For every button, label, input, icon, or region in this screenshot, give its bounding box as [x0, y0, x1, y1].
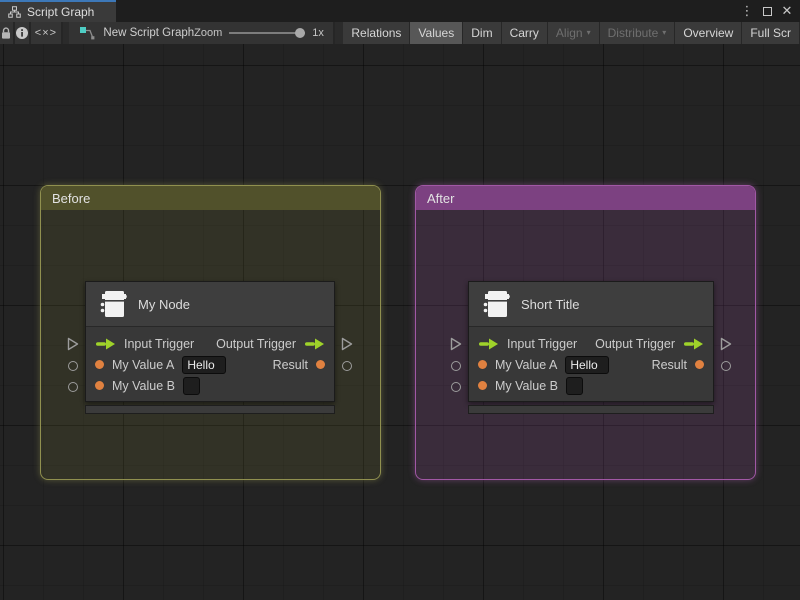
- node-title: Short Title: [521, 296, 580, 312]
- result-port-dot[interactable]: [695, 360, 704, 369]
- external-port-circle[interactable]: [342, 361, 352, 371]
- chevron-down-icon: ▾: [662, 28, 667, 37]
- toolbar-button-dim[interactable]: Dim: [463, 22, 502, 44]
- port-label: Input Trigger: [124, 336, 195, 351]
- close-icon[interactable]: ✕: [780, 3, 794, 19]
- value-a-input[interactable]: [565, 355, 610, 374]
- port-row-value-a: My Value A Result: [469, 354, 713, 375]
- value-port-dot[interactable]: [478, 381, 487, 390]
- result-port-dot[interactable]: [316, 360, 325, 369]
- zoom-slider-track: [229, 32, 306, 34]
- zoom-slider[interactable]: [229, 27, 306, 39]
- value-b-input[interactable]: [183, 376, 200, 395]
- code-preview-button[interactable]: <×>: [30, 22, 64, 44]
- tab-bar: Script Graph ⋮ ✕: [0, 0, 800, 22]
- group-title: After: [427, 190, 455, 206]
- port-row-trigger: Input Trigger Output Trigger: [86, 333, 334, 354]
- group-title: Before: [52, 190, 91, 206]
- unit-node-icon: [100, 291, 127, 317]
- port-row-value-b: My Value B: [86, 375, 334, 396]
- flow-in-arrow-icon[interactable]: [478, 338, 499, 350]
- node-my-node: My Node Input Trigger Output Trigger My …: [67, 281, 353, 414]
- tab-title: Script Graph: [27, 5, 95, 19]
- chevron-down-icon: ▾: [586, 28, 591, 37]
- port-label: My Value B: [495, 378, 558, 393]
- port-label: Result: [651, 357, 687, 372]
- new-script-graph-label: New Script Graph: [103, 27, 195, 39]
- port-label: Input Trigger: [507, 336, 578, 351]
- flow-out-arrow-icon[interactable]: [304, 338, 325, 350]
- external-port-triangle[interactable]: [67, 337, 79, 351]
- port-row-value-a: My Value A Result: [86, 354, 334, 375]
- lock-icon: [2, 26, 11, 39]
- node-header[interactable]: Short Title: [469, 282, 713, 327]
- external-port-triangle[interactable]: [341, 337, 353, 351]
- zoom-slider-thumb[interactable]: [295, 28, 306, 38]
- lock-button[interactable]: [0, 22, 15, 44]
- toolbar-buttons: Relations Values Dim Carry Align ▾ Distr…: [343, 22, 800, 44]
- maximize-icon[interactable]: [760, 4, 774, 19]
- port-label: My Value B: [112, 378, 175, 393]
- zoom-value: 1x: [312, 27, 324, 39]
- node-footer: [85, 405, 335, 414]
- value-port-dot[interactable]: [95, 360, 104, 369]
- external-port-triangle[interactable]: [450, 337, 462, 351]
- flow-out-arrow-icon[interactable]: [683, 338, 704, 350]
- value-b-input[interactable]: [566, 376, 583, 395]
- external-port-circle[interactable]: [451, 361, 461, 371]
- group-header[interactable]: Before: [41, 186, 380, 210]
- flow-in-arrow-icon[interactable]: [95, 338, 116, 350]
- port-label: My Value A: [495, 357, 558, 372]
- info-button[interactable]: [14, 22, 31, 44]
- node-body: Input Trigger Output Trigger My Value A …: [86, 327, 334, 401]
- external-port-circle[interactable]: [68, 361, 78, 371]
- code-icon: <×>: [34, 27, 58, 39]
- toolbar-button-align[interactable]: Align ▾: [547, 22, 600, 44]
- value-port-dot[interactable]: [95, 381, 104, 390]
- node-body: Input Trigger Output Trigger My Value A …: [469, 327, 713, 401]
- toolbar-button-overview[interactable]: Overview: [675, 22, 743, 44]
- port-row-value-b: My Value B: [469, 375, 713, 396]
- window-controls: ⋮ ✕: [740, 0, 800, 22]
- value-a-input[interactable]: [182, 355, 227, 374]
- external-port-circle[interactable]: [721, 361, 731, 371]
- node-header[interactable]: My Node: [86, 282, 334, 327]
- unit-node-icon: [483, 291, 510, 317]
- toolbar-button-carry[interactable]: Carry: [501, 22, 548, 44]
- toolbar-main-segment: New Script Graph Zoom 1x: [69, 22, 336, 44]
- node-title: My Node: [138, 296, 191, 312]
- external-port-circle[interactable]: [68, 382, 78, 392]
- zoom-label: Zoom: [194, 27, 223, 39]
- port-label: Output Trigger: [595, 336, 675, 351]
- node-footer: [468, 405, 714, 414]
- tab-script-graph[interactable]: Script Graph: [0, 0, 116, 22]
- info-icon: [15, 27, 28, 39]
- graph-toolbar: <×> New Script Graph Zoom 1x Relations V…: [0, 22, 800, 44]
- new-script-graph-icon: [80, 27, 95, 40]
- port-label: My Value A: [112, 357, 175, 372]
- toolbar-button-fullscreen[interactable]: Full Scr: [742, 22, 800, 44]
- port-row-trigger: Input Trigger Output Trigger: [469, 333, 713, 354]
- zoom-control: Zoom 1x: [194, 27, 324, 39]
- new-script-graph-button[interactable]: New Script Graph: [79, 26, 194, 40]
- port-label: Result: [272, 357, 308, 372]
- port-label: Output Trigger: [216, 336, 296, 351]
- group-header[interactable]: After: [416, 186, 755, 210]
- window-menu-icon[interactable]: ⋮: [740, 3, 754, 19]
- script-graph-icon: [8, 6, 21, 18]
- external-port-circle[interactable]: [451, 382, 461, 392]
- value-port-dot[interactable]: [478, 360, 487, 369]
- toolbar-button-values[interactable]: Values: [410, 22, 464, 44]
- graph-canvas[interactable]: Before After My Node Input Trigger Outpu…: [0, 44, 800, 600]
- toolbar-button-relations[interactable]: Relations: [343, 22, 411, 44]
- external-port-triangle[interactable]: [720, 337, 732, 351]
- node-short-title: Short Title Input Trigger Output Trigger: [450, 281, 732, 414]
- toolbar-button-distribute[interactable]: Distribute ▾: [599, 22, 676, 44]
